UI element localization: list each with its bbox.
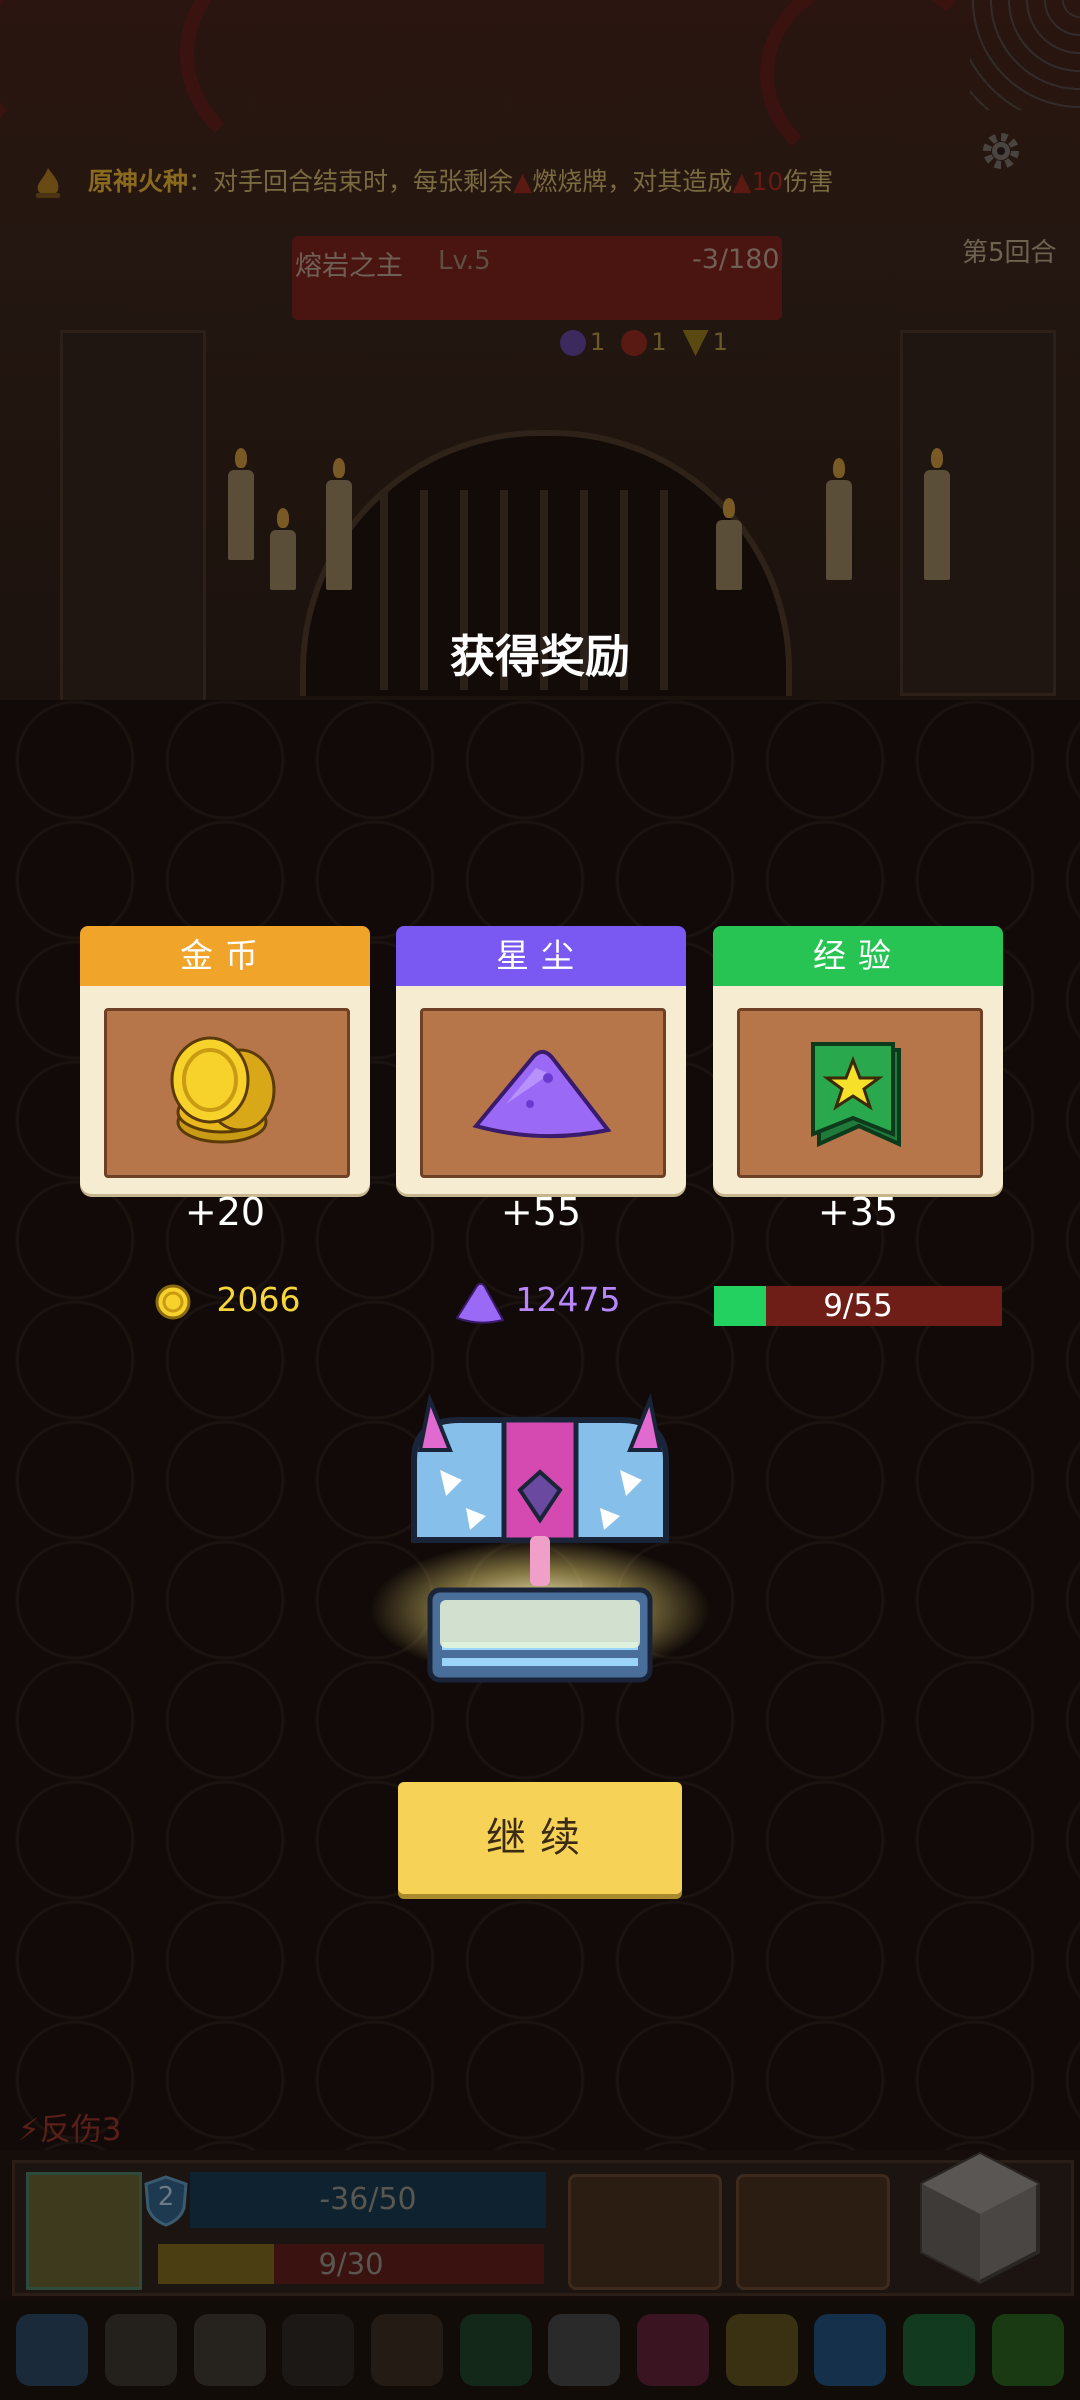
- status-count: 1: [712, 328, 728, 356]
- gold-total-value: 2066: [216, 1280, 301, 1319]
- spiked-ball-icon[interactable]: [16, 2314, 89, 2386]
- relic-desc: 伤害: [783, 167, 834, 196]
- candle: [326, 458, 352, 590]
- player-hp-text: -36/50: [319, 2182, 417, 2217]
- reward-card-gold: 金币 +20: [80, 926, 370, 1266]
- relic-damage: 10: [751, 167, 784, 196]
- stardust-small-icon: [455, 1282, 505, 1324]
- relic-desc: ，对其造成: [607, 167, 733, 196]
- shield-value: 2: [157, 2182, 175, 2212]
- treasure-chest-icon: [370, 1393, 710, 1683]
- player-energy-text: 9/30: [318, 2247, 384, 2281]
- relic-keyword: 燃烧牌: [532, 167, 608, 196]
- stardust-icon: [472, 1049, 612, 1139]
- fire-icon: [36, 168, 60, 198]
- status-effect: 1: [621, 328, 667, 356]
- relic-name: 原神火种: [87, 167, 188, 196]
- gold-reward-amount: +20: [184, 1190, 266, 1234]
- bomb-icon[interactable]: [282, 2314, 355, 2386]
- relic-tray: [0, 2300, 1080, 2400]
- round-charm-icon[interactable]: [104, 2314, 177, 2386]
- status-effect: 1: [560, 328, 605, 356]
- gear-charm-icon[interactable]: [193, 2314, 266, 2386]
- frost-icon: [560, 330, 586, 356]
- reward-card-experience: 经验 +35: [713, 926, 1003, 1266]
- candle: [228, 448, 254, 560]
- clover-icon[interactable]: [459, 2314, 532, 2386]
- boss-name: 熔岩之主: [295, 251, 403, 282]
- continue-button[interactable]: 继续: [398, 1782, 682, 1894]
- skill-slot-1[interactable]: [568, 2174, 722, 2290]
- relic-effect-text: 原神火种：对手回合结束时，每张剩余▲燃烧牌，对其造成▲10伤害: [30, 160, 1060, 204]
- candle: [924, 448, 950, 580]
- reward-title: 获得奖励: [449, 630, 630, 683]
- stardust-total: 12475: [455, 1278, 621, 1324]
- gold-coins-icon: [170, 1036, 276, 1144]
- coin-icon: [155, 1284, 191, 1319]
- relic-desc: ：对手回合结束时，每张剩余: [187, 167, 513, 196]
- player-avatar[interactable]: [26, 2172, 142, 2290]
- stardust-reward-amount: +55: [500, 1190, 582, 1234]
- status-effect: 1: [682, 328, 728, 356]
- experience-progress-bar: 9/55: [714, 1286, 1002, 1326]
- experience-badge-icon: [811, 1042, 901, 1148]
- dice-icon[interactable]: [910, 2148, 1050, 2288]
- emerald-icon[interactable]: [902, 2314, 975, 2386]
- candle: [716, 498, 742, 590]
- thorns-status: ⚡反伤3: [18, 2104, 122, 2149]
- leaf-icon[interactable]: [991, 2314, 1064, 2386]
- experience-progress-text: 9/55: [823, 1288, 893, 1324]
- card-header: 金币: [80, 926, 370, 986]
- status-count: 1: [590, 328, 606, 356]
- boss-hp: -3/180: [692, 244, 780, 275]
- gold-total: 2066: [154, 1278, 300, 1322]
- thorns-label: 反伤3: [39, 2112, 122, 2148]
- boss-level: Lv.5: [438, 246, 491, 276]
- card-header: 星尘: [396, 926, 686, 986]
- reward-card-stardust: 星尘 +55: [396, 926, 686, 1266]
- candle: [826, 458, 852, 580]
- experience-reward-amount: +35: [817, 1190, 899, 1234]
- gem-shield-icon[interactable]: [814, 2314, 887, 2386]
- flame-icon: ▲: [732, 167, 752, 196]
- demon-mask-icon[interactable]: [636, 2314, 709, 2386]
- cobweb-decoration: [970, 0, 1080, 110]
- candle: [270, 508, 296, 590]
- dagger-icon[interactable]: [370, 2314, 443, 2386]
- burn-icon: [621, 330, 648, 356]
- flame-icon: ▲: [512, 167, 533, 196]
- triangle-icon: [682, 330, 709, 356]
- thorns-icon: ⚡: [18, 2112, 40, 2148]
- crown-icon[interactable]: [725, 2314, 798, 2386]
- armor-icon[interactable]: [548, 2314, 621, 2386]
- stardust-total-value: 12475: [515, 1280, 621, 1319]
- boss-status-effects: 1 1 1: [560, 328, 728, 356]
- round-indicator: 第5回合: [962, 238, 1057, 268]
- status-count: 1: [651, 328, 667, 356]
- card-header: 经验: [713, 926, 1003, 986]
- skill-slot-2[interactable]: [736, 2174, 890, 2290]
